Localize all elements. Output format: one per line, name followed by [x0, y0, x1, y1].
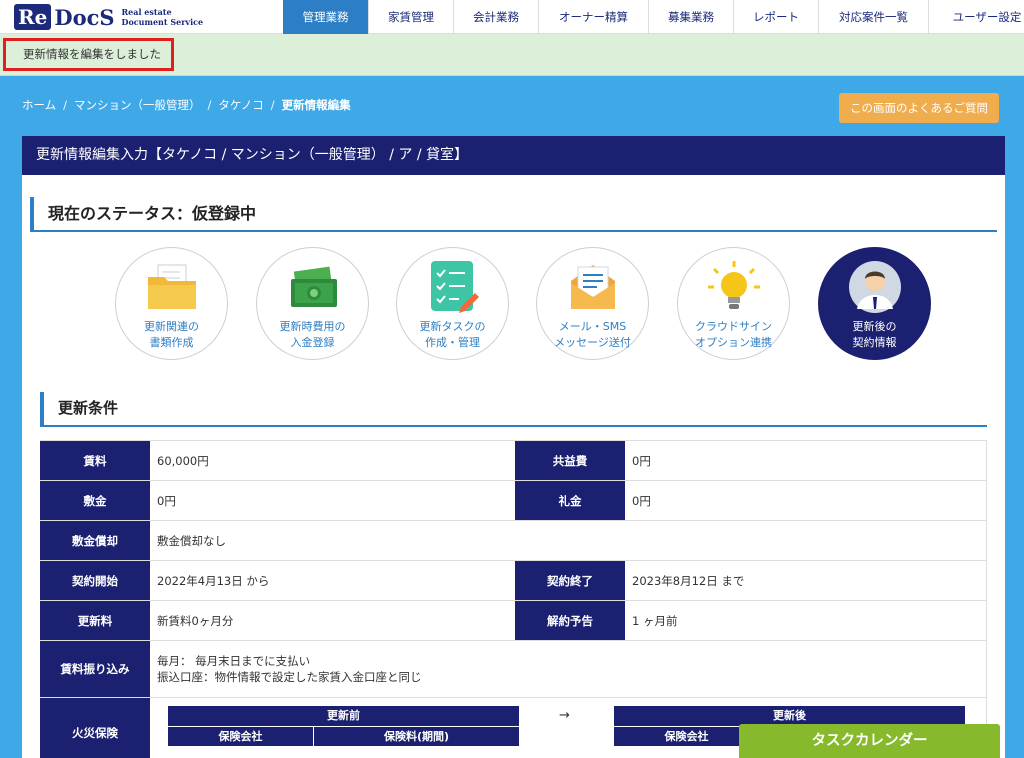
table-row: 契約開始 2022年4月13日 から 契約終了 2023年8月12日 まで — [40, 561, 987, 601]
renewal-fee-label: 更新料 — [40, 601, 150, 640]
breadcrumb: ホーム / マンション（一般管理） / タケノコ / 更新情報編集 — [22, 98, 351, 112]
fire-insurance-label: 火災保険 — [40, 698, 150, 758]
nav-user-settings[interactable]: ユーザー設定 — [928, 0, 1024, 34]
main-nav: 管理業務 家賃管理 会計業務 オーナー精算 募集業務 レポート 対応案件一覧 ユ… — [283, 0, 1024, 34]
flash-message: 更新情報を編集をしました — [3, 38, 174, 71]
step-label-1: 更新時費用の — [279, 320, 346, 333]
deposit-value: 0円 — [157, 493, 176, 508]
step-label-2: オプション連携 — [695, 336, 772, 349]
conditions-table: 賃料 60,000円 共益費 0円 敷金 0円 礼金 0円 敷金償却 敷金償却な… — [40, 440, 987, 758]
key-money-value: 0円 — [632, 493, 651, 508]
folder-icon — [147, 264, 196, 309]
step-label-1: クラウドサイン — [695, 320, 772, 333]
nav-report[interactable]: レポート — [733, 0, 818, 34]
rent-transfer-label: 賃料振り込み — [40, 641, 150, 697]
conditions-heading: 更新条件 — [40, 392, 987, 427]
cancellation-notice-label: 解約予告 — [515, 601, 625, 640]
step-label-2: 作成・管理 — [425, 336, 480, 349]
status-heading: 現在のステータス：仮登録中 — [30, 197, 997, 232]
lightbulb-icon — [707, 261, 760, 309]
insurance-before-heading: 更新前 — [168, 706, 519, 726]
person-icon — [848, 261, 901, 313]
common-fee-value: 0円 — [632, 453, 651, 468]
rent-label: 賃料 — [40, 441, 150, 480]
nav-cases[interactable]: 対応案件一覧 — [818, 0, 928, 34]
step-cloudsign[interactable]: クラウドサイン オプション連携 — [677, 247, 790, 360]
rent-value: 60,000円 — [157, 453, 209, 468]
step-label-2: 書類作成 — [149, 336, 194, 349]
step-tasks[interactable]: 更新タスクの 作成・管理 — [396, 247, 509, 360]
redocs-logo[interactable]: Re DocS Real estate Document Service — [14, 3, 203, 31]
table-row: 更新料 新賃料0ヶ月分 解約予告 1 ヶ月前 — [40, 601, 987, 641]
step-label-1: 更新後の — [852, 320, 897, 333]
money-icon — [290, 266, 337, 307]
nav-rent[interactable]: 家賃管理 — [368, 0, 453, 34]
contract-start-label: 契約開始 — [40, 561, 150, 600]
breadcrumb-home[interactable]: ホーム — [22, 98, 56, 112]
step-mail[interactable]: メール・SMS メッセージ送付 — [536, 247, 649, 360]
breadcrumb-property[interactable]: マンション（一般管理） — [74, 98, 201, 112]
breadcrumb-current: 更新情報編集 — [281, 98, 351, 112]
contract-end-value: 2023年8月12日 まで — [632, 573, 745, 588]
step-contract-info[interactable]: 更新後の 契約情報 — [818, 247, 931, 360]
main-panel: 更新情報編集入力【タケノコ / マンション（一般管理） / ア / 貸室】 現在… — [22, 136, 1005, 758]
deposit-label: 敷金 — [40, 481, 150, 520]
insurance-before-table: 更新前 保険会社 保険料(期間) — [168, 706, 519, 746]
nav-recruitment[interactable]: 募集業務 — [648, 0, 733, 34]
flash-banner: 更新情報を編集をしました — [0, 34, 1024, 76]
nav-accounting[interactable]: 会計業務 — [453, 0, 538, 34]
step-label-1: 更新タスクの — [419, 320, 486, 333]
rent-transfer-value: 毎月： 毎月末日までに支払い 振込口座：物件情報で設定した家賃入金口座と同じ — [150, 641, 422, 697]
top-bar: Re DocS Real estate Document Service 管理業務… — [0, 0, 1024, 34]
breadcrumb-tenant[interactable]: タケノコ — [218, 98, 263, 112]
step-label-1: 更新関連の — [144, 320, 199, 333]
logo-name: DocS — [54, 4, 115, 30]
logo-subtitle: Real estate Document Service — [121, 7, 204, 27]
logo-mark: Re — [14, 4, 52, 30]
table-row: 賃料振り込み 毎月： 毎月末日までに支払い 振込口座：物件情報で設定した家賃入金… — [40, 641, 987, 698]
table-row: 敷金償却 敷金償却なし — [40, 521, 987, 561]
insurance-fee-header: 保険料(期間) — [314, 727, 519, 746]
checklist-icon — [430, 261, 479, 313]
page-title: 更新情報編集入力【タケノコ / マンション（一般管理） / ア / 貸室】 — [22, 136, 1005, 175]
step-payment[interactable]: 更新時費用の 入金登録 — [256, 247, 369, 360]
step-documents[interactable]: 更新関連の 書類作成 — [115, 247, 228, 360]
contract-start-value: 2022年4月13日 から — [157, 573, 270, 588]
insurance-company-header: 保険会社 — [168, 727, 314, 746]
step-label-2: 入金登録 — [290, 336, 335, 349]
cancellation-notice-value: 1 ヶ月前 — [632, 613, 678, 628]
table-row: 賃料 60,000円 共益費 0円 — [40, 441, 987, 481]
insurance-after-heading: 更新後 — [614, 706, 965, 726]
renewal-fee-value: 新賃料0ヶ月分 — [157, 613, 234, 628]
key-money-label: 礼金 — [515, 481, 625, 520]
nav-owner-settlement[interactable]: オーナー精算 — [538, 0, 648, 34]
transfer-schedule: 毎月： 毎月末日までに支払い — [157, 654, 311, 668]
transfer-account: 振込口座：物件情報で設定した家賃入金口座と同じ — [157, 670, 422, 684]
contract-end-label: 契約終了 — [515, 561, 625, 600]
step-label-2: 契約情報 — [852, 336, 897, 349]
faq-button[interactable]: この画面のよくあるご質問 — [839, 93, 999, 123]
insurance-arrow: → — [559, 708, 570, 723]
step-label-2: メッセージ送付 — [554, 336, 631, 349]
common-fee-label: 共益費 — [515, 441, 625, 480]
task-calendar-button[interactable]: タスクカレンダー — [739, 724, 1000, 758]
mail-icon — [570, 265, 615, 309]
deposit-amortization-label: 敷金償却 — [40, 521, 150, 560]
table-row: 敷金 0円 礼金 0円 — [40, 481, 987, 521]
step-label-1: メール・SMS — [558, 320, 627, 333]
deposit-amortization-value: 敷金償却なし — [157, 533, 226, 548]
nav-management[interactable]: 管理業務 — [283, 0, 368, 34]
